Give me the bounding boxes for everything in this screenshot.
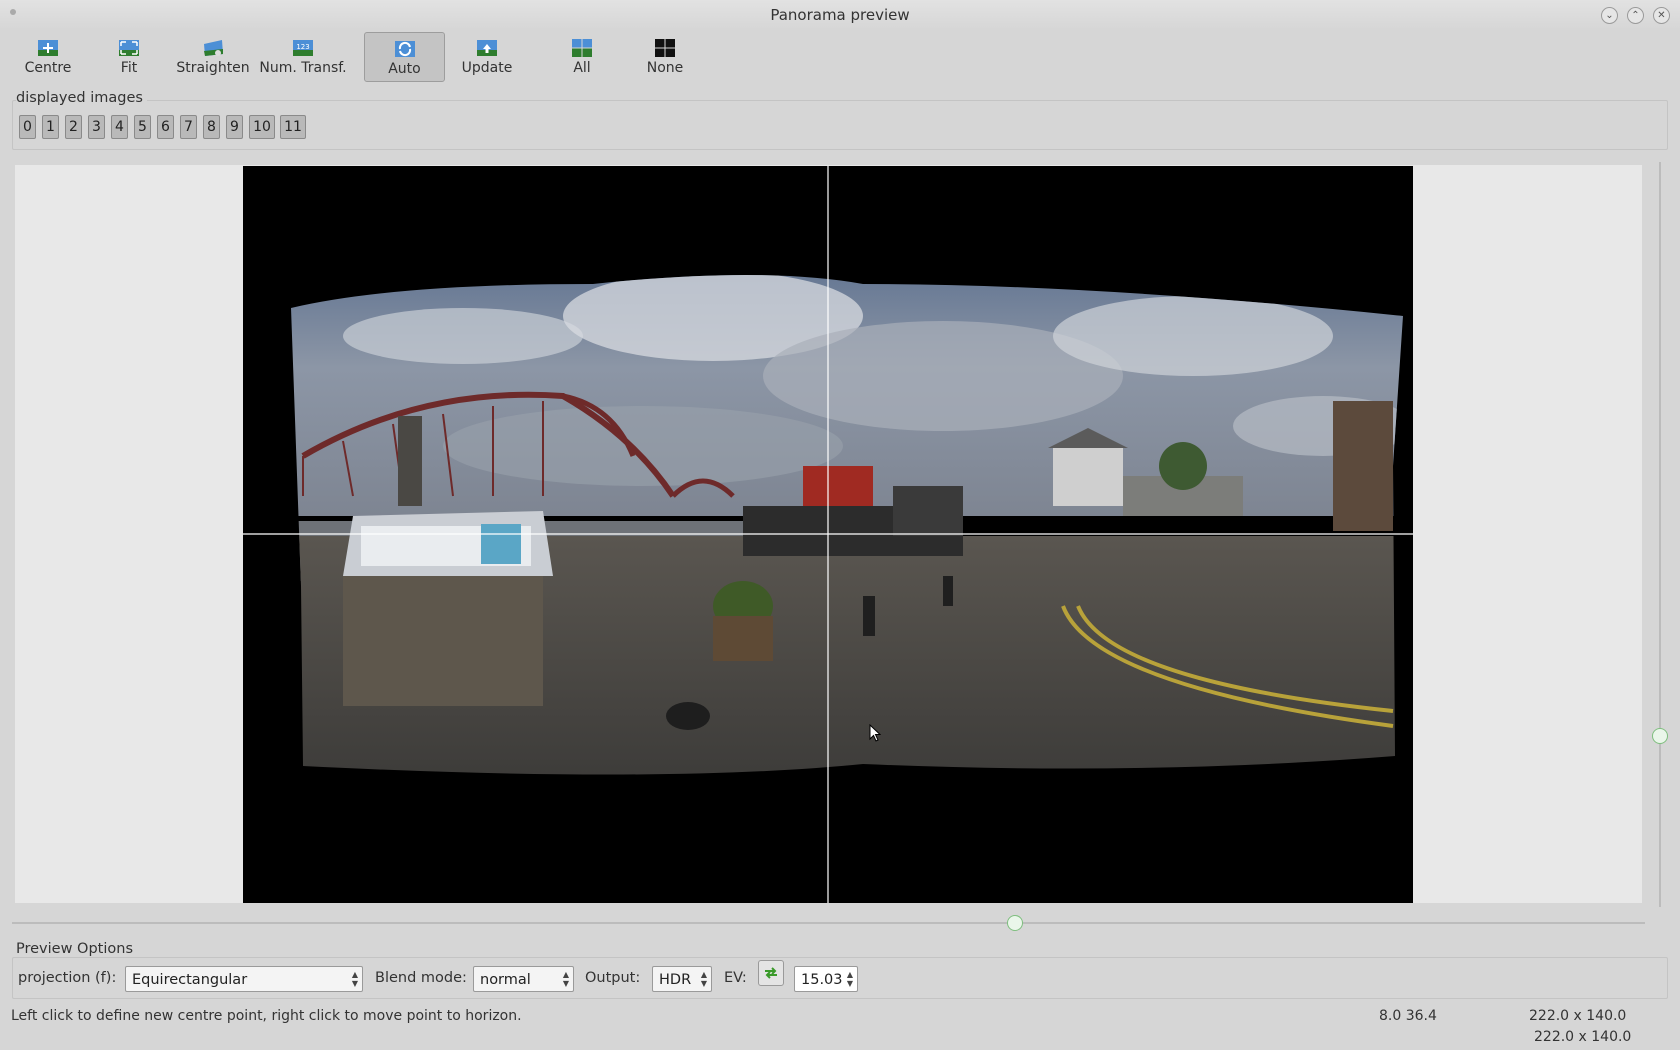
reset-ev-button[interactable] bbox=[758, 960, 784, 986]
close-icon[interactable]: ✕ bbox=[1653, 7, 1670, 24]
blend-mode-select[interactable]: normal ▲ ▼ bbox=[473, 966, 574, 992]
status-fov: 222.0 x 140.0 bbox=[1529, 1008, 1627, 1024]
straighten-button[interactable]: Straighten bbox=[174, 32, 252, 80]
title-bar: Panorama preview ⌄ ⌃ ✕ bbox=[0, 0, 1680, 30]
spin-arrows-icon: ▲ ▼ bbox=[562, 970, 569, 988]
centre-button[interactable]: Centre bbox=[20, 32, 76, 80]
output-label: Output: bbox=[585, 970, 641, 986]
image-toggle-2[interactable]: 2 bbox=[65, 115, 82, 139]
projection-value: Equirectangular bbox=[132, 972, 248, 988]
no-images-icon bbox=[655, 39, 675, 57]
fit-button[interactable]: Fit bbox=[108, 32, 150, 80]
none-button[interactable]: None bbox=[643, 32, 687, 80]
blend-mode-label: Blend mode: bbox=[375, 970, 467, 986]
image-toggle-7[interactable]: 7 bbox=[180, 115, 197, 139]
auto-refresh-icon bbox=[394, 41, 415, 57]
spin-arrows-icon: ▲ ▼ bbox=[700, 970, 707, 988]
horizontal-fov-slider-handle[interactable] bbox=[1007, 915, 1023, 931]
displayed-images-label: displayed images bbox=[16, 90, 147, 106]
ev-label: EV: bbox=[724, 970, 747, 986]
output-select[interactable]: HDR ▲ ▼ bbox=[652, 966, 712, 992]
status-fov-secondary: 222.0 x 140.0 bbox=[1534, 1029, 1632, 1045]
maximize-icon[interactable]: ⌃ bbox=[1627, 7, 1644, 24]
preview-options-label: Preview Options bbox=[16, 941, 137, 957]
centre-icon bbox=[38, 40, 58, 56]
projection-label: projection (f): bbox=[18, 970, 117, 986]
image-toggle-10[interactable]: 10 bbox=[249, 115, 275, 139]
image-toggle-0[interactable]: 0 bbox=[19, 115, 36, 139]
svg-text:123: 123 bbox=[296, 43, 309, 51]
update-button[interactable]: Update bbox=[459, 32, 515, 80]
toolbar: Centre Fit Straighten 123 Num. Transf. A… bbox=[0, 30, 1680, 84]
numeric-transform-icon: 123 bbox=[293, 40, 313, 56]
window-title: Panorama preview bbox=[770, 6, 910, 24]
spin-arrows-icon[interactable]: ▲ ▼ bbox=[847, 970, 853, 988]
vertical-fov-slider-handle[interactable] bbox=[1652, 728, 1668, 744]
status-coordinates: 8.0 36.4 bbox=[1379, 1008, 1437, 1024]
ev-value[interactable]: 15.03 bbox=[801, 972, 843, 988]
image-toggle-3[interactable]: 3 bbox=[88, 115, 105, 139]
minimize-icon[interactable]: ⌄ bbox=[1601, 7, 1618, 24]
image-toggle-9[interactable]: 9 bbox=[226, 115, 243, 139]
all-images-icon bbox=[572, 39, 592, 57]
image-toggle-8[interactable]: 8 bbox=[203, 115, 220, 139]
reset-arrow-icon bbox=[765, 967, 777, 979]
blend-mode-value: normal bbox=[480, 972, 531, 988]
panorama-preview[interactable] bbox=[243, 166, 1413, 903]
image-toggle-11[interactable]: 11 bbox=[280, 115, 306, 139]
ev-spinbox[interactable]: 15.03 ▲ ▼ bbox=[794, 966, 858, 992]
num-transf-button[interactable]: 123 Num. Transf. bbox=[259, 32, 347, 80]
projection-select[interactable]: Equirectangular ▲ ▼ bbox=[125, 966, 363, 992]
image-toggle-5[interactable]: 5 bbox=[134, 115, 151, 139]
straighten-icon bbox=[204, 40, 223, 56]
horizontal-fov-slider-track[interactable] bbox=[12, 922, 1645, 924]
panorama-image[interactable] bbox=[243, 166, 1413, 903]
spin-arrows-icon: ▲ ▼ bbox=[351, 970, 358, 988]
mouse-cursor-icon bbox=[869, 724, 881, 742]
all-button[interactable]: All bbox=[565, 32, 599, 80]
output-value: HDR bbox=[659, 972, 692, 988]
auto-button[interactable]: Auto bbox=[364, 32, 445, 82]
vertical-fov-slider-track[interactable] bbox=[1659, 162, 1661, 907]
window-menu-icon[interactable] bbox=[10, 9, 16, 15]
status-hint: Left click to define new centre point, r… bbox=[11, 1008, 522, 1024]
update-icon bbox=[477, 40, 497, 56]
image-toggle-4[interactable]: 4 bbox=[111, 115, 128, 139]
fit-icon bbox=[119, 40, 139, 56]
image-toggle-1[interactable]: 1 bbox=[42, 115, 59, 139]
image-toggle-6[interactable]: 6 bbox=[157, 115, 174, 139]
